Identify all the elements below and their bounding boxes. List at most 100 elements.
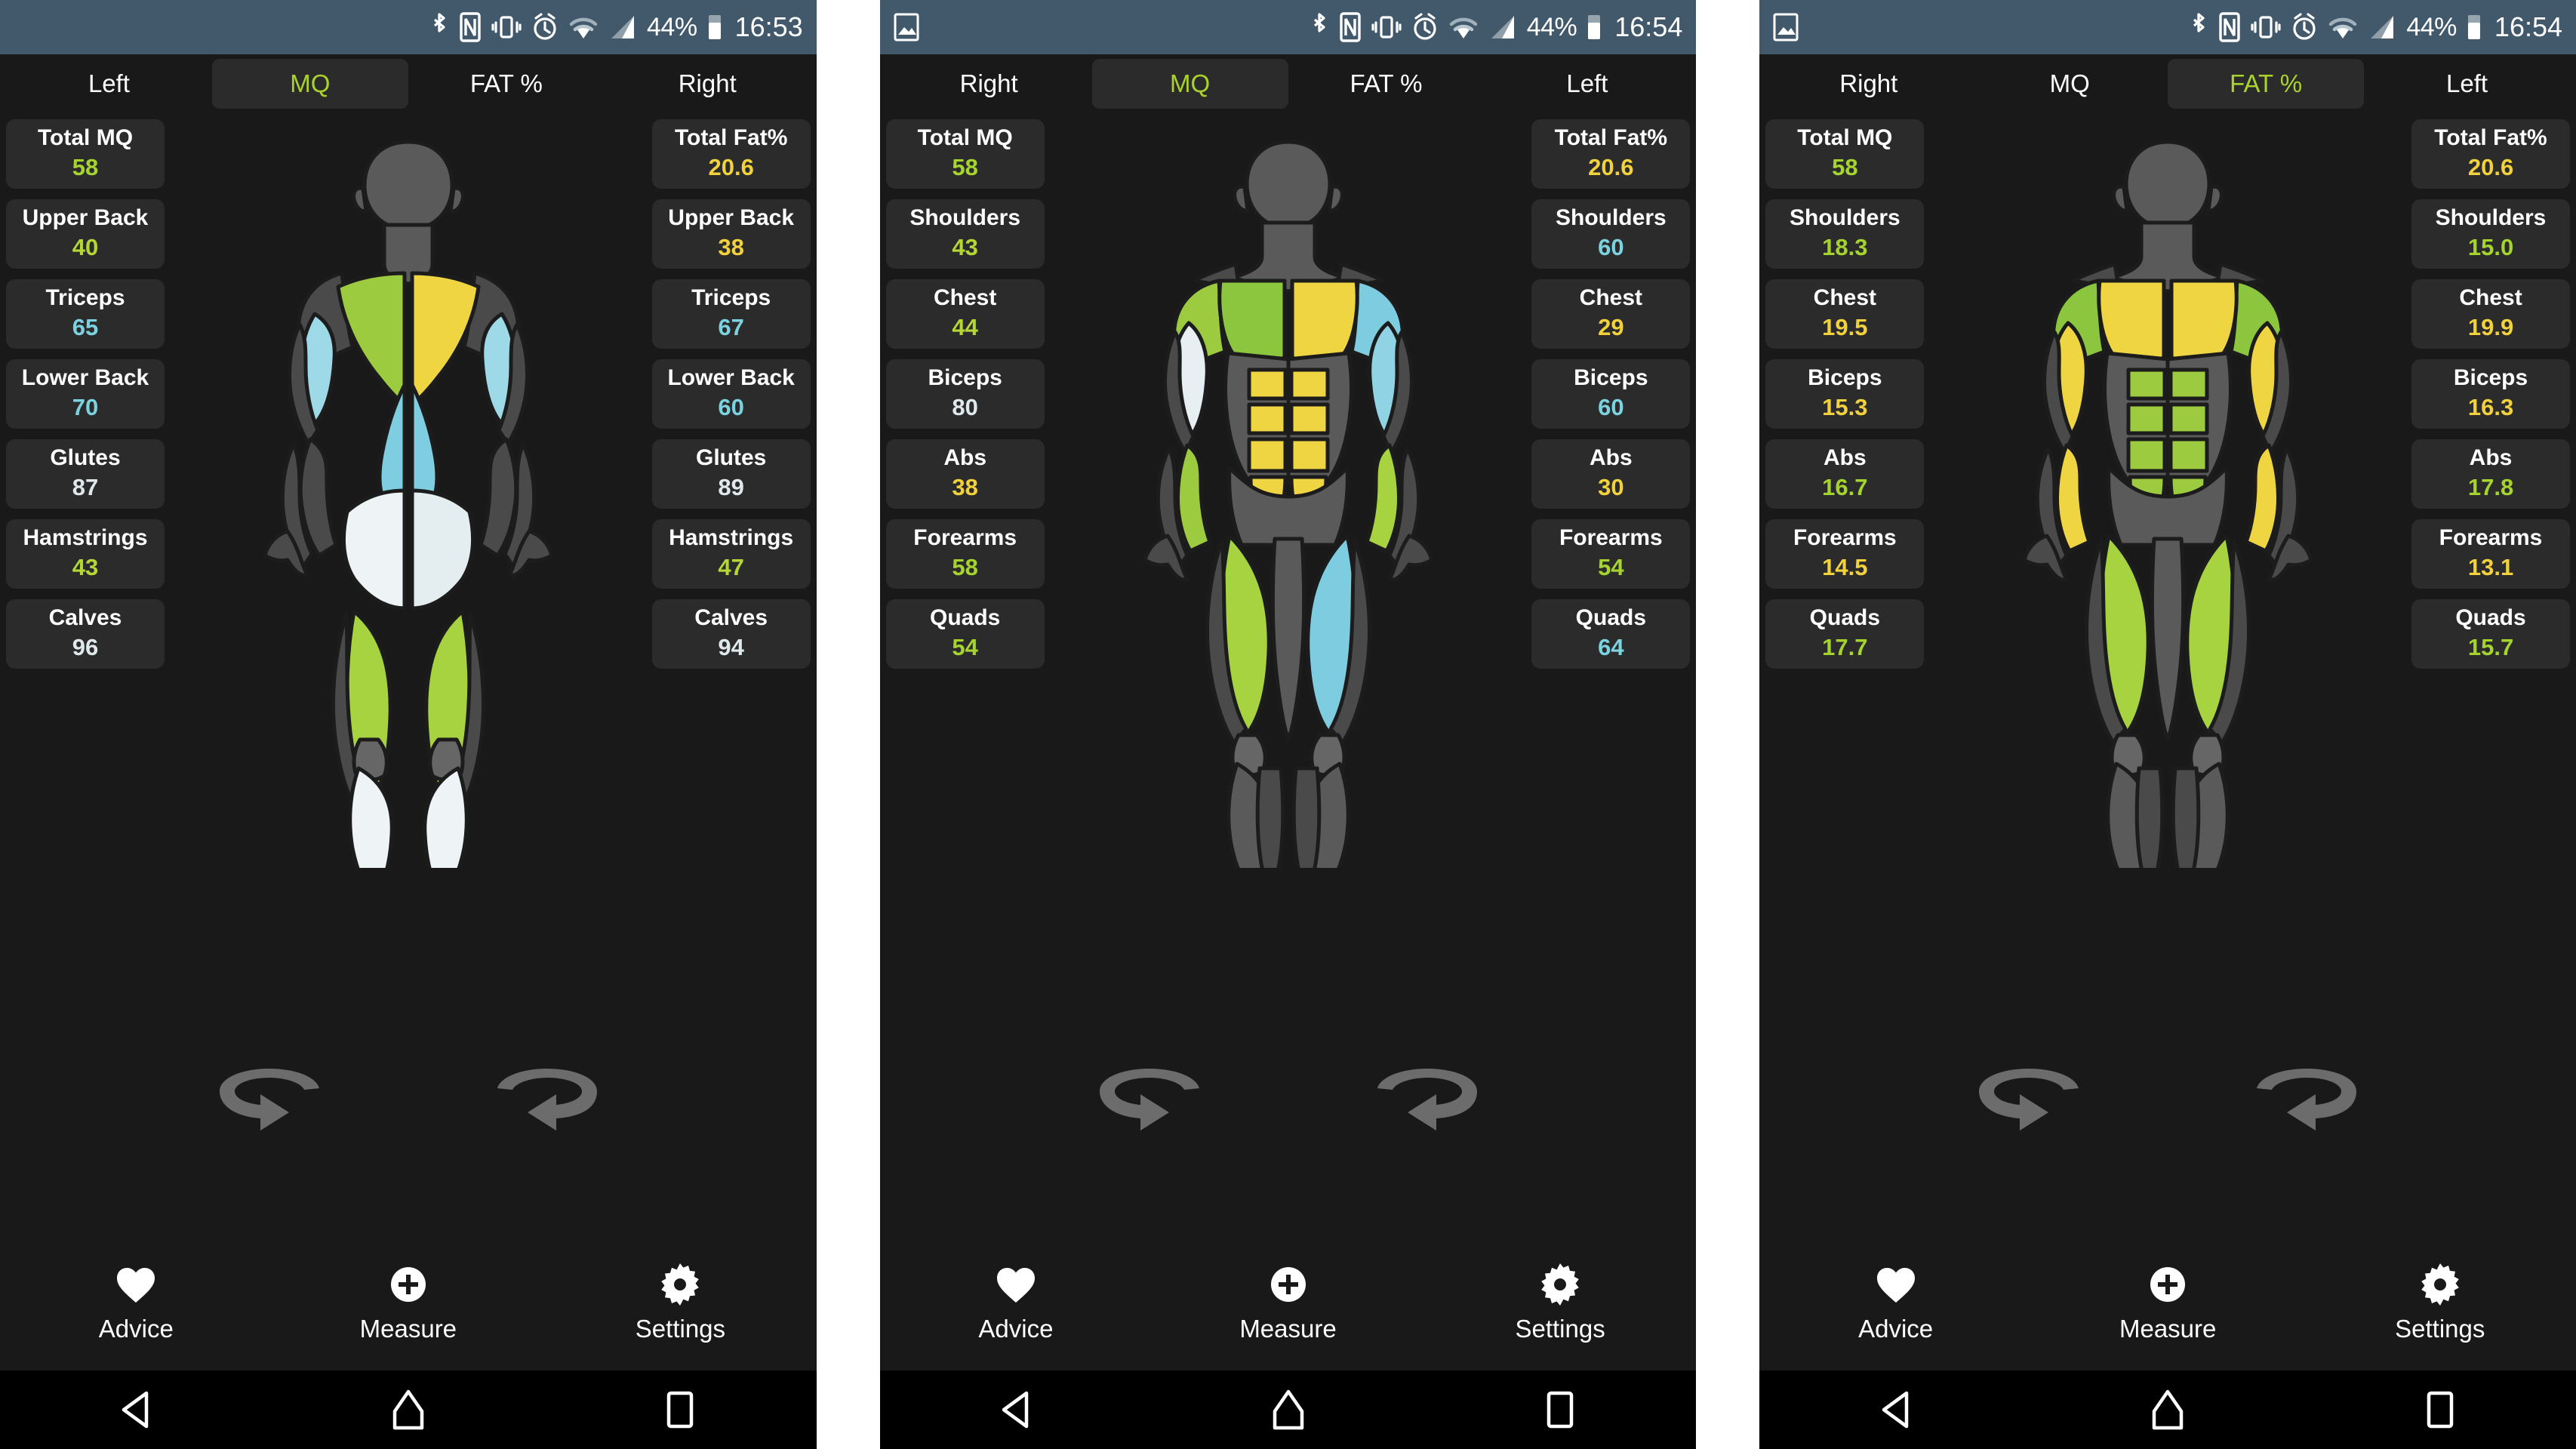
nav-measure[interactable]: Measure [272,1263,545,1343]
tab-mq[interactable]: MQ [1091,59,1288,109]
home-icon[interactable] [1152,1389,1424,1431]
back-triangle-icon[interactable] [880,1389,1153,1431]
metric-card[interactable]: Forearms 54 [1531,519,1691,589]
metric-label: Chest [1813,285,1877,311]
muscle-body-figure[interactable] [1054,113,1522,868]
metric-card[interactable]: Forearms 58 [885,519,1045,589]
metric-card[interactable]: Forearms 14.5 [1765,519,1925,589]
metric-card[interactable]: Chest 19.5 [1765,279,1925,349]
phone-screenshot-set: 44% 16:53 Left MQ FAT % Right Total MQ 5… [0,0,2576,1449]
rotate-body-arrows[interactable] [1956,1057,2379,1140]
metric-card[interactable]: Chest 19.9 [2411,279,2571,349]
metric-card[interactable]: Upper Back 38 [651,199,811,269]
metric-value: 40 [72,233,99,260]
metric-card[interactable]: Biceps 16.3 [2411,359,2571,429]
metric-card[interactable]: Triceps 65 [6,279,165,349]
bluetooth-icon [2189,11,2208,44]
metric-card[interactable]: Total MQ 58 [6,119,165,189]
recents-square-icon[interactable] [2304,1389,2576,1431]
metric-label: Total MQ [1797,125,1893,151]
metric-card[interactable]: Lower Back 70 [6,359,165,429]
recents-square-icon[interactable] [544,1389,817,1431]
nav-measure[interactable]: Measure [1152,1263,1424,1343]
home-icon[interactable] [272,1389,545,1431]
metric-card[interactable]: Shoulders 15.0 [2411,199,2571,269]
metric-card[interactable]: Abs 38 [885,439,1045,509]
metric-card[interactable]: Total MQ 58 [885,119,1045,189]
back-triangle-icon[interactable] [0,1389,272,1431]
tab-left[interactable]: Left [6,59,212,109]
metric-card[interactable]: Biceps 80 [885,359,1045,429]
metric-card[interactable]: Hamstrings 43 [6,519,165,589]
recents-square-icon[interactable] [1424,1389,1697,1431]
metric-value: 43 [72,553,99,580]
android-system-nav [0,1371,817,1449]
battery-percent: 44% [1526,12,1577,42]
tab-left[interactable]: Left [2364,59,2570,109]
view-tab-bar: Right MQ FAT % Left [1759,54,2576,113]
metric-card[interactable]: Quads 17.7 [1765,599,1925,669]
tab-fat[interactable]: FAT % [2168,59,2365,109]
nav-settings[interactable]: Settings [1424,1263,1697,1343]
metric-card[interactable]: Abs 30 [1531,439,1691,509]
nav-advice[interactable]: Advice [880,1263,1153,1343]
metric-card[interactable]: Calves 96 [6,599,165,669]
metric-card[interactable]: Hamstrings 47 [651,519,811,589]
android-system-nav [1759,1371,2576,1449]
metric-card[interactable]: Biceps 60 [1531,359,1691,429]
body-map-area[interactable]: Total MQ 58 Shoulders 18.3 Chest 19.5 Bi… [1759,113,2576,1236]
metric-card[interactable]: Chest 44 [885,279,1045,349]
metric-card[interactable]: Chest 29 [1531,279,1691,349]
metric-card[interactable]: Upper Back 40 [6,199,165,269]
metric-card[interactable]: Total Fat% 20.6 [1531,119,1691,189]
metric-card[interactable]: Shoulders 60 [1531,199,1691,269]
muscle-body-figure[interactable] [1934,113,2402,868]
metric-card[interactable]: Calves 94 [651,599,811,669]
metric-card[interactable]: Abs 16.7 [1765,439,1925,509]
rotate-body-arrows[interactable] [197,1057,620,1140]
metric-card[interactable]: Triceps 67 [651,279,811,349]
metric-card[interactable]: Shoulders 43 [885,199,1045,269]
metric-card[interactable]: Biceps 15.3 [1765,359,1925,429]
metric-label: Forearms [2439,525,2543,551]
nav-label: Advice [1858,1315,1934,1343]
nav-measure[interactable]: Measure [2032,1263,2304,1343]
rotate-body-arrows[interactable] [1077,1057,1500,1140]
tab-right[interactable]: Right [886,59,1092,109]
metric-value: 64 [1598,633,1624,660]
tab-fat[interactable]: FAT % [408,59,605,109]
metric-card[interactable]: Quads 64 [1531,599,1691,669]
nav-advice[interactable]: Advice [0,1263,272,1343]
metric-card[interactable]: Total Fat% 20.6 [2411,119,2571,189]
metric-card[interactable]: Forearms 13.1 [2411,519,2571,589]
metric-card[interactable]: Total Fat% 20.6 [651,119,811,189]
metric-card[interactable]: Quads 15.7 [2411,599,2571,669]
metric-card[interactable]: Shoulders 18.3 [1765,199,1925,269]
metric-card[interactable]: Abs 17.8 [2411,439,2571,509]
tab-left[interactable]: Left [1484,59,1690,109]
bottom-navigation: Advice Measure Settings [0,1236,817,1371]
heart-icon [115,1263,157,1306]
nav-advice[interactable]: Advice [1759,1263,2032,1343]
muscle-body-figure[interactable] [174,113,642,868]
metric-value: 60 [1598,233,1624,260]
metric-card[interactable]: Glutes 89 [651,439,811,509]
back-triangle-icon[interactable] [1759,1389,2032,1431]
tab-mq[interactable]: MQ [1971,59,2168,109]
metric-card[interactable]: Lower Back 60 [651,359,811,429]
tab-right[interactable]: Right [1765,59,1971,109]
nav-settings[interactable]: Settings [2304,1263,2576,1343]
metric-card[interactable]: Quads 54 [885,599,1045,669]
body-map-area[interactable]: Total MQ 58 Shoulders 43 Chest 44 Biceps… [879,113,1697,1236]
tab-right[interactable]: Right [605,59,811,109]
nav-settings[interactable]: Settings [544,1263,817,1343]
metric-card[interactable]: Glutes 87 [6,439,165,509]
tab-mq[interactable]: MQ [211,59,408,109]
tab-fat[interactable]: FAT % [1288,59,1485,109]
metric-card[interactable]: Total MQ 58 [1765,119,1925,189]
bottom-navigation: Advice Measure Settings [1759,1236,2576,1371]
battery-percent: 44% [2406,12,2457,42]
home-icon[interactable] [2032,1389,2304,1431]
nav-label: Measure [2119,1315,2217,1343]
body-map-area[interactable]: Total MQ 58 Upper Back 40 Triceps 65 Low… [0,113,817,1236]
